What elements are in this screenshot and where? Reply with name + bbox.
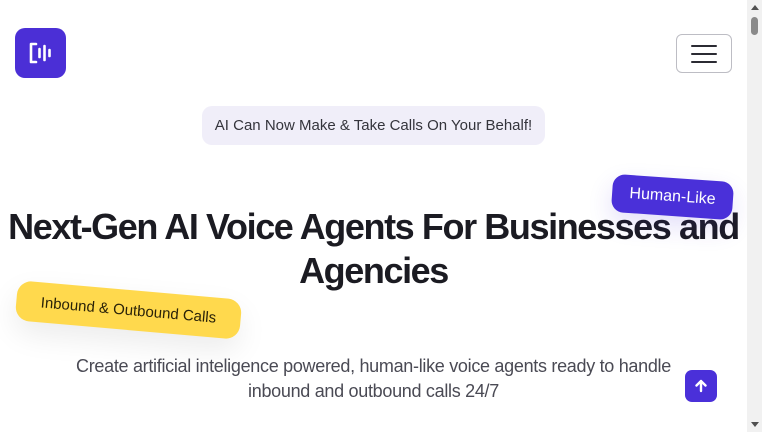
announcement-text: AI Can Now Make & Take Calls On Your Beh… [214,117,533,134]
hero-title-line-2: Agencies [299,250,449,291]
hamburger-icon-bar [691,60,717,63]
hero-subtitle: Create artificial inteligence powered, h… [40,354,707,404]
brand-logo[interactable] [15,28,66,78]
back-to-top-button[interactable] [685,370,717,402]
scroll-down-arrow-icon [750,422,759,427]
hero-title: Next-Gen AI Voice Agents For Businesses … [0,205,747,293]
scrollbar-thumb[interactable] [751,17,758,35]
human-like-tag-label: Human-Like [628,185,717,208]
scroll-down-button[interactable] [747,418,762,432]
menu-toggle-button[interactable] [676,34,732,73]
scroll-up-button[interactable] [747,0,762,14]
announcement-badge: AI Can Now Make & Take Calls On Your Beh… [202,106,545,145]
hamburger-icon [691,44,717,47]
arrow-up-icon [695,379,707,393]
voice-wave-logo-icon [29,42,51,64]
hero-subtitle-line-2: inbound and outbound calls 24/7 [248,381,499,401]
hamburger-icon-bar [691,52,717,55]
hero-subtitle-line-1: Create artificial inteligence powered, h… [76,356,671,376]
inbound-outbound-tag-label: Inbound & Outbound Calls [40,293,217,327]
landing-page: AI Can Now Make & Take Calls On Your Beh… [0,0,747,432]
page-scrollbar[interactable] [747,0,762,432]
scroll-up-arrow-icon [750,5,759,10]
